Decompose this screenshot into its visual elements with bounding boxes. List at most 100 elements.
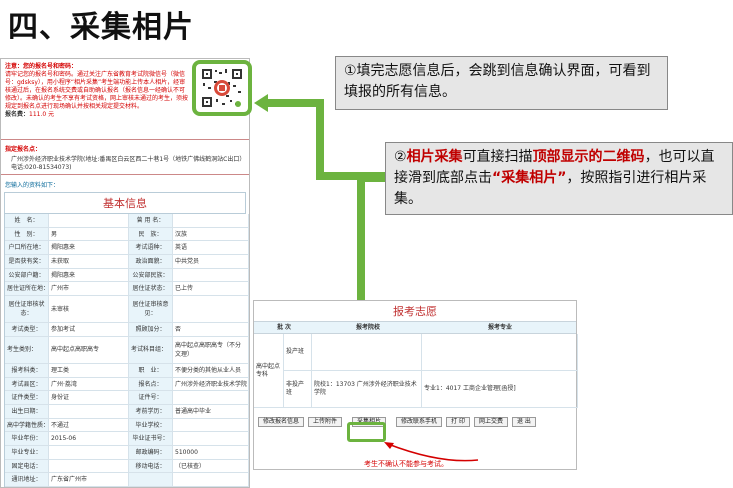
info-value: 不便分类的其他从业人员	[173, 363, 249, 378]
arrow-to-qr-line-h	[266, 99, 320, 107]
basic-info-caption: 基本信息	[5, 193, 245, 214]
info-value: 否	[173, 323, 249, 337]
info-label: 考试类型：	[5, 323, 49, 337]
info-label: 户口所在地：	[5, 241, 49, 256]
info-value: 汉族	[173, 227, 249, 242]
site-line: 广州涉外经济职业技术学院(地址:番禺区白云区西二十巷1号（地铁广佛线鹤洞站C出口…	[11, 156, 243, 171]
info-value	[173, 268, 249, 283]
info-value: 广州涉外经济职业技术学院	[173, 377, 249, 392]
info-value	[49, 459, 129, 474]
info-value: 普通高中毕业	[173, 404, 249, 419]
info-value: 不通过	[49, 418, 129, 433]
info-value	[173, 391, 249, 405]
confirmation-page-screenshot: 注意：您的报名号和密码： 请牢记您的报名号和密码。通过关注广东省教育考试院微信号…	[0, 58, 250, 488]
info-label: 居住证审核状态：	[5, 296, 49, 324]
pay-button[interactable]: 网上交费	[473, 417, 508, 427]
info-value	[173, 473, 249, 487]
info-value: 揭阳惠来	[49, 241, 129, 256]
info-label: 高中学籍性质：	[5, 418, 49, 433]
header-school: 报考院校	[355, 324, 380, 331]
batch-cell: 高中起点专科	[254, 334, 284, 408]
notice-text: 请牢记您的报名号和密码。通过关注广东省教育考试院微信号（微信号：gdsksy），…	[5, 71, 189, 110]
info-value: 广州·荔湾	[49, 377, 129, 392]
info-value: 揭阳惠来	[49, 268, 129, 283]
school-cell	[312, 334, 422, 371]
info-label: 公安部户籍：	[5, 268, 49, 283]
info-value	[173, 432, 249, 446]
logout-button[interactable]: 退 出	[512, 417, 536, 427]
info-value	[173, 296, 249, 324]
info-value: 已上传	[173, 282, 249, 297]
info-label: 通讯地址：	[5, 473, 49, 487]
choices-header: 批 次 报考院校 报考专业	[254, 322, 576, 334]
info-label: 政治面貌：	[129, 255, 173, 269]
upload-button[interactable]: 上传附件	[308, 417, 343, 427]
info-label: 毕业年份：	[5, 432, 49, 446]
info-label: 邮政编码：	[129, 445, 173, 460]
info-value: 高中起点高职高专	[49, 336, 129, 364]
info-label: 性 别：	[5, 227, 49, 242]
info-label: 居住证状态：	[129, 282, 173, 297]
info-label: 证件类型：	[5, 391, 49, 405]
info-value: 高中起点高职高专（不分文理）	[173, 336, 249, 364]
info-label: 固定电话：	[5, 459, 49, 474]
info-value: 男	[49, 227, 129, 242]
info-label: 姓 名：	[5, 214, 49, 228]
info-value: 2015-06	[49, 432, 129, 446]
basic-info-table: 基本信息 姓 名： 曾 用 名： 性 别：男民 族： 汉族户口所在地： 揭阳惠来 考试语种…	[4, 192, 249, 487]
callout-step-1: ①填完志愿信息后，会跳到信息确认界面，可看到填报的所有信息。	[335, 56, 668, 110]
info-value	[49, 404, 129, 419]
info-label: 毕业证书号：	[129, 432, 173, 446]
info-label: 是否获有奖：	[5, 255, 49, 269]
info-label: 考试科目组：	[129, 336, 173, 364]
info-value	[173, 214, 249, 228]
info-label	[129, 473, 173, 487]
below-label: 您输入的资料如下：	[5, 182, 60, 189]
callout-step-2: ②相片采集可直接扫描顶部显示的二维码，也可以直接滑到底部点击“采集相片”，按照指…	[385, 142, 733, 215]
info-label: 公安部民族：	[129, 268, 173, 283]
edit-info-button[interactable]: 修改报名信息	[258, 417, 305, 427]
header-batch: 批 次	[276, 324, 292, 331]
arrow-to-qr-line-v	[316, 99, 324, 180]
info-value: 中共党员	[173, 255, 249, 269]
info-value: 广东省广州市	[49, 473, 129, 487]
edit-contact-button[interactable]: 修改联系手机	[396, 417, 443, 427]
type-cell: 非投产班	[284, 371, 312, 408]
basic-info-grid: 姓 名： 曾 用 名： 性 别：男民 族： 汉族户口所在地： 揭阳惠来 考试语种： 英语是否…	[5, 214, 249, 487]
info-label: 职 业：	[129, 363, 173, 378]
info-label: 报考科类：	[5, 363, 49, 378]
info-label: 民 族：	[129, 227, 173, 242]
qr-code-icon[interactable]	[200, 67, 244, 109]
info-label: 出生日期：	[5, 404, 49, 419]
choices-body: 高中起点专科 投产班 非投产班 院校1：13703 广州涉外经济职业技术学院 专…	[254, 334, 578, 408]
info-label: 移动电话：	[129, 459, 173, 474]
info-value: 英语	[173, 241, 249, 256]
info-label: 考试语种：	[129, 241, 173, 256]
confirm-note: 考生不确认不能参与考试。	[364, 460, 448, 468]
info-label: 居住证所在地：	[5, 282, 49, 297]
info-label: 曾 用 名：	[129, 214, 173, 228]
info-value: 理工类	[49, 363, 129, 378]
info-value	[49, 214, 129, 228]
info-value: 未获取	[49, 255, 129, 269]
info-label: 考生类别：	[5, 336, 49, 364]
print-button[interactable]: 打 印	[446, 417, 470, 427]
slide-title: 四、采集相片	[8, 10, 194, 45]
info-label: 毕业专业：	[5, 445, 49, 460]
info-value: 未审核	[49, 296, 129, 324]
qr-code-highlight	[192, 60, 252, 116]
info-label: 居住证审核意见：	[129, 296, 173, 324]
info-label: 报名点：	[129, 377, 173, 392]
info-value	[173, 418, 249, 433]
major-cell: 专业1：4017 工商企业管理[函授]	[422, 371, 578, 408]
info-value: 510000	[173, 445, 249, 460]
fee-value: 111.0 元	[29, 111, 55, 118]
school-cell: 院校1：13703 广州涉外经济职业技术学院	[312, 371, 422, 408]
info-value	[49, 445, 129, 460]
site-title: 指定报名点：	[5, 146, 42, 153]
choices-caption: 报考志愿	[254, 301, 576, 322]
info-label: 毕业学校：	[129, 418, 173, 433]
type-cell: 投产班	[284, 334, 312, 371]
info-value: 身份证	[49, 391, 129, 405]
header-major: 报考专业	[487, 324, 512, 331]
